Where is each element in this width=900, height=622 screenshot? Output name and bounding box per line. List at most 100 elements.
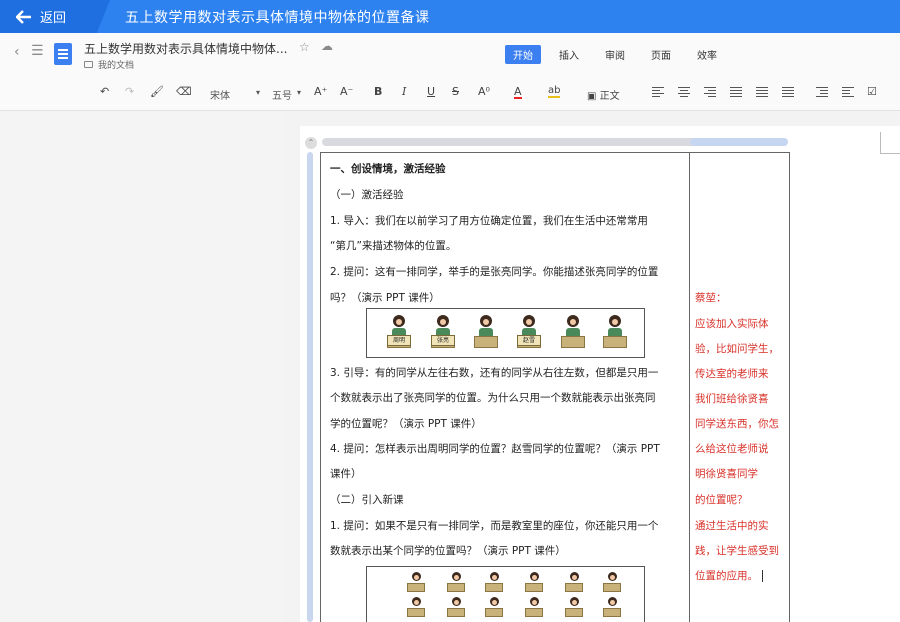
tab-review[interactable]: 审阅 [597,45,633,64]
menu-icon[interactable]: ☰ [31,43,44,59]
student-figure [474,315,498,355]
comment-line[interactable]: 践，让学生感受到 [695,543,779,558]
doc-line[interactable]: （一）激活经验 [330,187,404,202]
student-figure [485,572,503,594]
outline-pane [0,112,283,622]
back-label: 返回 [40,11,67,26]
vertical-ruler[interactable] [307,152,313,622]
align-right-icon[interactable] [704,87,716,97]
comment-line[interactable]: 应该加入实际体 [695,316,769,331]
student-figure [407,597,425,619]
align-center-icon[interactable] [678,87,690,97]
collapse-button[interactable]: ⌃ [305,137,317,149]
underline-button[interactable]: U [427,85,435,98]
tab-start[interactable]: 开始 [505,45,541,64]
font-size-select[interactable]: 五号 [272,87,292,102]
doc-line[interactable]: 学的位置呢？（演示 PPT 课件） [330,416,482,431]
doc-line[interactable]: 吗？（演示 PPT 课件） [330,290,440,305]
font-color-label: A [514,85,522,99]
format-painter-icon[interactable]: 🖌 [150,85,164,98]
comment-line[interactable]: 蔡堃： [695,290,727,305]
strikethrough-button[interactable]: S [452,85,459,98]
doc-line[interactable]: 数就表示出某个同学的位置吗？（演示 PPT 课件） [330,543,566,558]
document-title[interactable]: 五上数学用数对表示具体情境中物体... [84,40,287,57]
comment-line[interactable]: 的位置呢？ [695,492,748,507]
student-figure [485,597,503,619]
chevron-left-icon[interactable]: ‹ [14,44,20,60]
doc-line[interactable]: （二）引入新课 [330,492,404,507]
student-figure [447,572,465,594]
grow-font-button[interactable]: A⁺ [314,85,327,98]
indent-decrease-icon[interactable] [816,87,828,97]
comment-line[interactable]: 我们班给徐贤喜 [695,391,769,406]
indent-increase-icon[interactable] [842,87,854,97]
cloud-icon[interactable]: ☁ [321,39,333,53]
student-figure [603,597,621,619]
classroom-seats-illustration [366,566,645,622]
document-folder[interactable]: 我的文档 [84,58,134,71]
app-title-bar: 返回 五上数学用数对表示具体情境中物体的位置备课 [0,0,900,33]
comment-line[interactable]: 验，比如问学生， [695,341,779,356]
bold-button[interactable]: B [374,85,382,98]
student-figure [603,572,621,594]
tab-efficiency[interactable]: 效率 [689,45,725,64]
font-color-button[interactable]: A [514,85,522,99]
folder-icon [84,61,93,68]
font-name-select[interactable]: 宋体 [210,87,230,102]
comment-text: 位置的应用。 [695,570,758,582]
chevron-down-icon[interactable]: ▾ [297,88,301,97]
shrink-font-button[interactable]: A⁻ [340,85,353,98]
doc-line[interactable]: “第几”来描述物体的位置。 [330,238,456,253]
student-figure [603,315,627,355]
student-figure [565,597,583,619]
comment-line[interactable]: 么给这位老师说 [695,441,769,456]
star-icon[interactable]: ☆ [299,40,310,54]
line-spacing-icon[interactable] [782,87,794,97]
comment-line-last[interactable]: 位置的应用。 [695,568,763,583]
superscript-button[interactable]: A⁰ [478,85,490,98]
comment-line[interactable]: 明徐贤喜同学 [695,466,758,481]
table-column-divider [689,152,690,622]
distributed-icon[interactable] [756,87,768,97]
doc-line[interactable]: 1. 提问：如果不是只有一排同学，而是教室里的座位，你还能只用一个 [330,518,658,533]
justify-icon[interactable] [730,87,742,97]
checkbox-icon[interactable]: ☑ [867,85,877,98]
name-sign: 赵雪 [517,335,541,346]
comment-line[interactable]: 传达室的老师来 [695,366,769,381]
student-figure: 赵雪 [517,315,541,355]
highlight-button[interactable]: ab [548,85,561,98]
style-label: 正文 [599,91,620,102]
student-figure [525,572,543,594]
tab-insert[interactable]: 插入 [551,45,587,64]
doc-line[interactable]: 2. 提问：这有一排同学，举手的是张亮同学。你能描述张亮同学的位置 [330,264,658,279]
back-button[interactable]: 返回 [0,0,110,33]
doc-line[interactable]: 1. 导入：我们在以前学习了用方位确定位置，我们在生活中还常常用 [330,213,648,228]
formatting-toolbar: ↶ ↷ 🖌 ⌫ 宋体 ▾ 五号 ▾ A⁺ A⁻ B I U S A⁰ A ab … [0,73,900,111]
align-left-icon[interactable] [652,87,664,97]
doc-line[interactable]: 一、创设情境，激活经验 [330,161,446,176]
undo-icon[interactable]: ↶ [100,85,109,98]
clear-format-icon[interactable]: ⌫ [176,85,192,98]
chevron-down-icon[interactable]: ▾ [256,88,260,97]
comment-line[interactable]: 通过生活中的实 [695,518,769,533]
name-sign: 周明 [387,335,411,346]
doc-line[interactable]: 课件） [330,466,362,481]
horizontal-ruler[interactable] [322,138,788,146]
row-of-students-illustration: 周明 张亮 赵雪 [366,308,645,358]
comment-line[interactable]: 同学送东西，你怎 [695,416,779,431]
doc-line[interactable]: 4. 提问：怎样表示出周明同学的位置？赵雪同学的位置呢？（演示 PPT [330,441,660,456]
redo-icon[interactable]: ↷ [125,85,134,98]
highlight-label: ab [548,85,561,98]
tab-page[interactable]: 页面 [643,45,679,64]
name-sign: 张亮 [431,335,455,346]
document-icon [54,43,72,65]
style-select[interactable]: ▣ 正文 [587,87,620,102]
doc-line[interactable]: 3. 引导：有的同学从左往右数，还有的同学从右往左数，但都是只用一 [330,365,658,380]
doc-line[interactable]: 个数就表示出了张亮同学的位置。为什么只用一个数就能表示出张亮同 [330,390,656,405]
text-caret [762,570,763,582]
student-figure [561,315,585,355]
student-figure: 周明 [387,315,411,355]
page-title: 五上数学用数对表示具体情境中物体的位置备课 [125,10,430,26]
student-figure [447,597,465,619]
italic-button[interactable]: I [402,85,406,98]
